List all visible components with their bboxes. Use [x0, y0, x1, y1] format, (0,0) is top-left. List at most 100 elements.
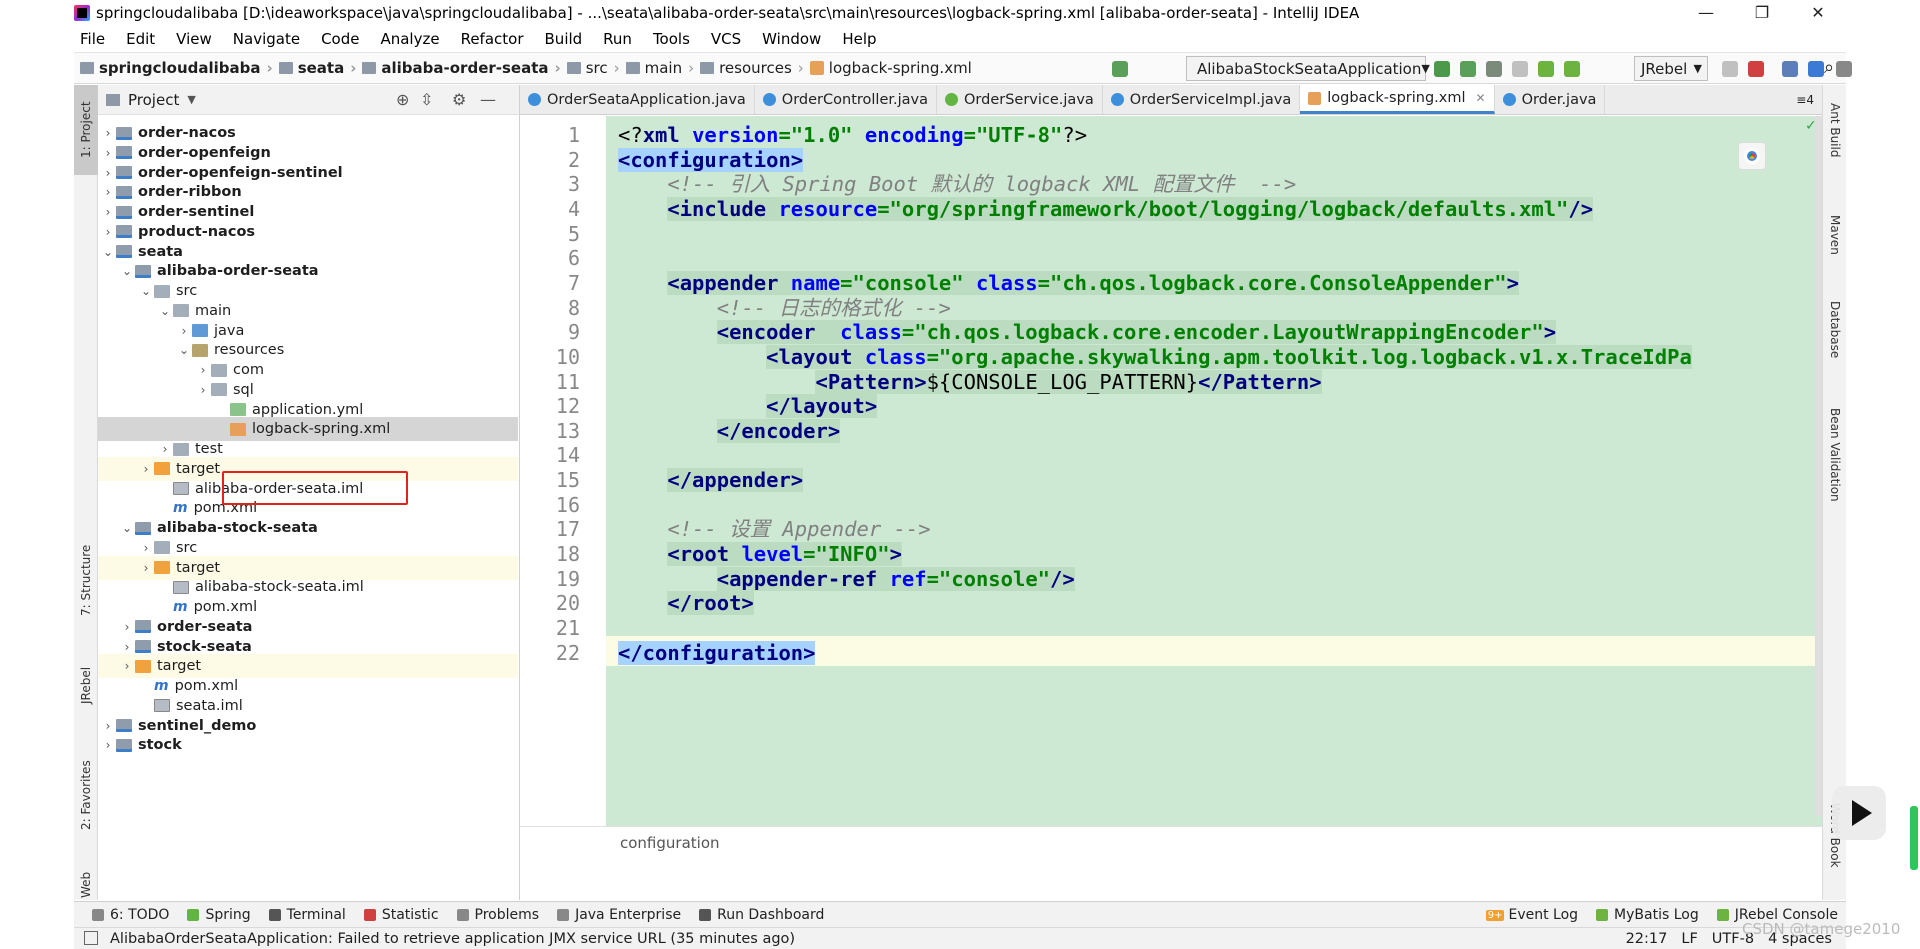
breadcrumb-item[interactable]: springcloudalibaba › — [80, 59, 273, 77]
chevron-right-icon[interactable]: › — [100, 166, 116, 180]
chevron-right-icon[interactable]: › — [119, 659, 135, 673]
editor-tab[interactable]: OrderServiceImpl.java — [1103, 85, 1301, 114]
chevron-down-icon[interactable]: ⌄ — [119, 521, 135, 535]
code-line[interactable]: <include resource="org/springframework/b… — [618, 194, 1594, 224]
chevron-down-icon[interactable]: ▼ — [187, 93, 195, 106]
tab-overflow-button[interactable]: ≡4 — [1788, 85, 1822, 114]
debug-icon[interactable] — [1460, 61, 1476, 77]
tool-window-java-enterprise[interactable]: Java Enterprise — [557, 907, 681, 923]
open-in-browser-chrome-icon[interactable] — [1738, 142, 1766, 170]
chevron-right-icon[interactable]: › — [100, 225, 116, 239]
chevron-right-icon[interactable]: › — [195, 383, 211, 397]
search-everywhere-icon[interactable]: ⌕ — [1824, 57, 1834, 78]
editor-tab[interactable]: OrderSeataApplication.java — [520, 85, 755, 114]
tool-tab-jrebel[interactable]: JRebel — [74, 645, 98, 725]
breadcrumb-item[interactable]: main › — [625, 59, 694, 77]
editor-scrollbar[interactable] — [1815, 116, 1822, 816]
chevron-right-icon[interactable]: › — [119, 640, 135, 654]
code-line[interactable]: </appender> — [618, 465, 804, 495]
menu-tools[interactable]: Tools — [653, 30, 690, 48]
run-configuration-select[interactable]: AlibabaStockSeataApplication ▼ — [1186, 56, 1430, 81]
tool-window-run-dashboard[interactable]: Run Dashboard — [699, 907, 824, 923]
tool-tab-web[interactable]: Web — [74, 865, 98, 905]
tool-tab-database[interactable]: Database — [1823, 280, 1847, 380]
menu-vcs[interactable]: VCS — [711, 30, 741, 48]
tool-tab-project[interactable]: 1: Project — [74, 85, 98, 175]
chevron-right-icon[interactable]: › — [100, 738, 116, 752]
menu-build[interactable]: Build — [545, 30, 583, 48]
menu-analyze[interactable]: Analyze — [380, 30, 439, 48]
chevron-down-icon[interactable]: ⌄ — [119, 264, 135, 278]
hide-panel-icon[interactable]: — — [480, 90, 496, 109]
editor-breadcrumb[interactable]: configuration — [620, 834, 720, 852]
menu-view[interactable]: View — [176, 30, 212, 48]
jrebel-select[interactable]: JRebel ▼ — [1634, 56, 1708, 81]
status-message[interactable]: AlibabaOrderSeataApplication: Failed to … — [110, 931, 795, 947]
tool-tab-structure[interactable]: 7: Structure — [74, 525, 98, 635]
breadcrumb-item[interactable]: src › — [566, 59, 620, 77]
chevron-right-icon[interactable]: › — [100, 126, 116, 140]
menu-run[interactable]: Run — [603, 30, 632, 48]
tool-tab-ant-build[interactable]: Ant Build — [1823, 85, 1847, 175]
menu-refactor[interactable]: Refactor — [461, 30, 524, 48]
toggle-tool-windows-icon[interactable] — [84, 931, 98, 945]
tool-tab-maven[interactable]: Maven — [1823, 195, 1847, 275]
chevron-right-icon[interactable]: › — [100, 205, 116, 219]
tool-window-mybatis-log[interactable]: MyBatis Log — [1596, 907, 1699, 923]
editor-tab[interactable]: OrderService.java — [937, 85, 1103, 114]
profile-icon[interactable] — [1512, 61, 1528, 77]
menu-help[interactable]: Help — [842, 30, 876, 48]
jrebel-run-icon[interactable] — [1538, 61, 1554, 77]
menu-code[interactable]: Code — [321, 30, 359, 48]
breadcrumb-item[interactable]: alibaba-order-seata › — [362, 59, 561, 77]
chevron-right-icon[interactable]: › — [138, 561, 154, 575]
code-line[interactable]: </encoder> — [618, 416, 841, 446]
code-editor[interactable]: 1 2 3 4 5 6 7 8 9 10 11 12 13 14 15 16 17 18 19 20 21 22 <?xm… — [520, 116, 1822, 870]
presentation-icon[interactable] — [1836, 61, 1852, 77]
tool-tab-favorites[interactable]: 2: Favorites — [74, 735, 98, 855]
breadcrumb-item[interactable]: logback-spring.xml — [809, 59, 972, 77]
restore-button[interactable]: ❐ — [1734, 0, 1790, 26]
tool-window-statistic[interactable]: Statistic — [363, 907, 439, 923]
breadcrumb-item[interactable]: seata › — [278, 59, 356, 77]
chevron-down-icon[interactable]: ⌄ — [157, 304, 173, 318]
gear-icon[interactable]: ⚙ — [452, 90, 466, 109]
tool-window-problems[interactable]: Problems — [456, 907, 539, 923]
tool-window-6-todo[interactable]: 6: TODO — [92, 907, 169, 923]
tool-window-terminal[interactable]: Terminal — [268, 907, 346, 923]
tool-tab-bean-validation[interactable]: Bean Validation — [1823, 390, 1847, 520]
minimize-button[interactable]: — — [1678, 0, 1734, 26]
chevron-right-icon[interactable]: › — [195, 363, 211, 377]
stop-icon[interactable] — [1748, 61, 1764, 77]
chevron-right-icon[interactable]: › — [100, 719, 116, 733]
menu-navigate[interactable]: Navigate — [233, 30, 300, 48]
editor-tab[interactable]: Order.java — [1495, 85, 1606, 114]
update-icon[interactable] — [1722, 61, 1738, 77]
chevron-right-icon[interactable]: › — [119, 620, 135, 634]
editor-tab[interactable]: logback-spring.xml ✕ — [1300, 85, 1495, 114]
breadcrumb-item[interactable]: resources › — [700, 59, 804, 77]
menu-window[interactable]: Window — [762, 30, 821, 48]
coverage-icon[interactable] — [1486, 61, 1502, 77]
chevron-down-icon[interactable]: ⌄ — [176, 343, 192, 357]
code-line[interactable]: </root> — [618, 588, 754, 618]
line-separator[interactable]: LF — [1681, 931, 1697, 947]
chevron-down-icon[interactable]: ⌄ — [138, 284, 154, 298]
tool-window-spring[interactable]: Spring — [187, 907, 251, 923]
video-play-button[interactable] — [1832, 786, 1886, 840]
collapse-all-icon[interactable]: ⇳ — [420, 90, 433, 109]
close-icon[interactable]: ✕ — [1476, 91, 1486, 105]
tree-item[interactable]: › stock — [98, 733, 518, 757]
close-button[interactable]: ✕ — [1790, 0, 1846, 26]
editor-tab[interactable]: OrderController.java — [755, 85, 937, 114]
tool-window-event-log[interactable]: 9+ Event Log — [1485, 907, 1578, 923]
chevron-right-icon[interactable]: › — [100, 185, 116, 199]
caret-position[interactable]: 22:17 — [1626, 931, 1668, 947]
chevron-down-icon[interactable]: ⌄ — [100, 245, 116, 259]
menu-file[interactable]: File — [80, 30, 105, 48]
chevron-right-icon[interactable]: › — [100, 146, 116, 160]
code-line[interactable]: </configuration> — [618, 638, 816, 668]
locate-icon[interactable]: ⊕ — [396, 90, 409, 109]
rerun-icon[interactable] — [1434, 61, 1450, 77]
build-hammer-icon[interactable] — [1112, 61, 1128, 77]
